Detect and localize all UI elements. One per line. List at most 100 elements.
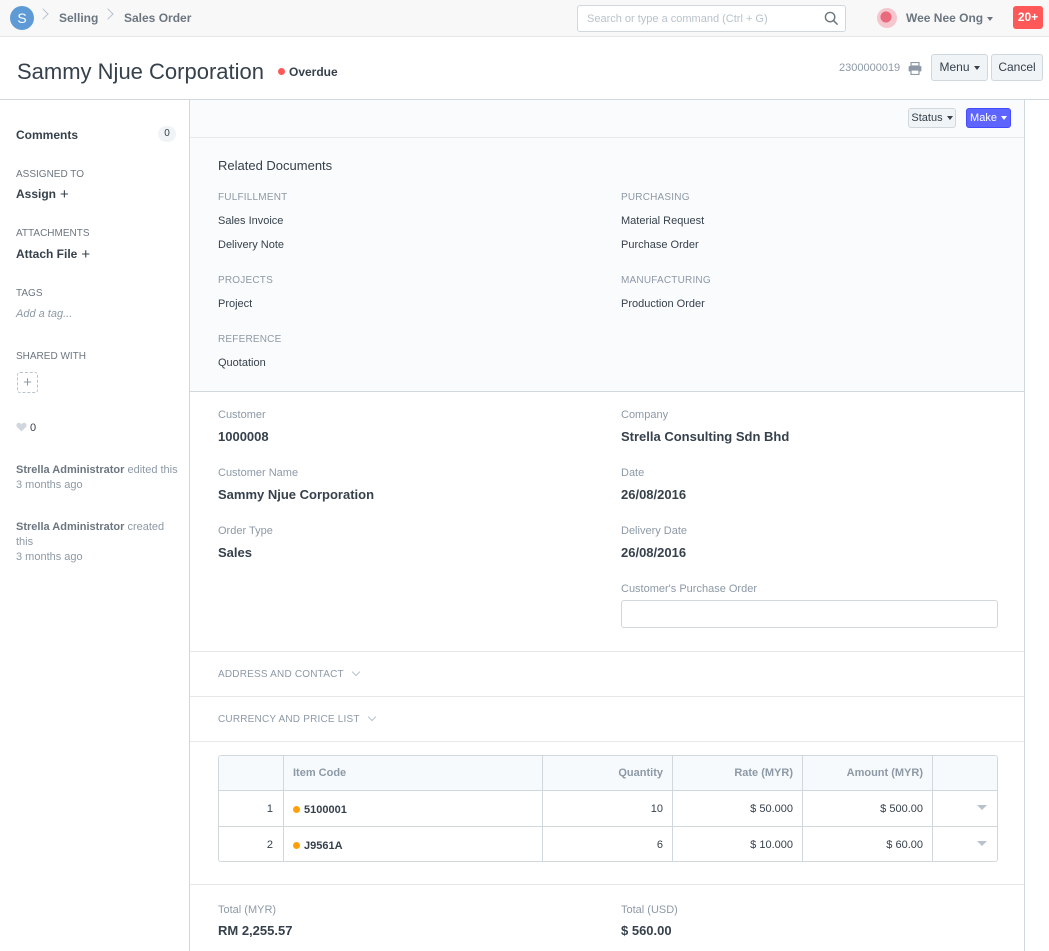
menu-button[interactable]: Menu xyxy=(931,54,988,81)
table-row[interactable]: 2 J9561A 6 $ 10.000 $ 60.00 xyxy=(219,827,997,861)
row-expand-caret-icon[interactable] xyxy=(977,805,987,810)
timeline-time: 3 months ago xyxy=(16,479,83,491)
search-icon[interactable] xyxy=(824,11,839,26)
breadcrumb-chevron-icon xyxy=(102,8,114,20)
search-box xyxy=(577,5,846,32)
material-request-link[interactable]: Material Request xyxy=(621,215,704,227)
print-icon[interactable] xyxy=(908,62,922,75)
rate-cell[interactable]: $ 50.000 xyxy=(673,791,803,826)
company-value[interactable]: Strella Consulting Sdn Bhd xyxy=(621,429,789,444)
status-indicator: Overdue xyxy=(278,65,338,79)
quantity-value: 6 xyxy=(656,839,663,851)
chevron-down-icon xyxy=(367,712,376,722)
breadcrumb-selling[interactable]: Selling xyxy=(59,11,98,25)
page-head: Sammy Njue Corporation Overdue 230000001… xyxy=(0,37,1049,100)
comments-count-badge: 0 xyxy=(158,126,176,142)
status-text: Overdue xyxy=(289,65,338,79)
customer-po-label: Customer's Purchase Order xyxy=(621,583,757,595)
rate-cell[interactable]: $ 10.000 xyxy=(673,827,803,861)
actions-column-header xyxy=(933,756,997,790)
item-code-cell[interactable]: 5100001 xyxy=(284,791,543,826)
row-index-cell: 1 xyxy=(219,791,284,826)
timeline-time: 3 months ago xyxy=(16,551,83,563)
currency-price-list-heading-text: Currency and Price List xyxy=(218,714,360,725)
purchasing-heading: Purchasing xyxy=(621,192,690,203)
breadcrumb-chevron-icon xyxy=(37,8,49,20)
date-label: Date xyxy=(621,467,645,479)
like-button[interactable]: 0 xyxy=(16,422,36,434)
customer-label: Customer xyxy=(218,409,266,421)
caret-down-icon xyxy=(973,65,980,70)
quotation-link[interactable]: Quotation xyxy=(218,357,266,369)
add-tag-input[interactable]: Add a tag... xyxy=(16,308,72,320)
total-usd-label: Total (USD) xyxy=(621,904,678,916)
customer-po-input[interactable] xyxy=(621,600,998,628)
delivery-date-value: 26/08/2016 xyxy=(621,545,687,560)
comments-link[interactable]: Comments xyxy=(16,128,78,142)
address-contact-section[interactable]: Address and Contact xyxy=(190,651,1024,696)
item-code-cell[interactable]: J9561A xyxy=(284,827,543,861)
plus-icon: + xyxy=(60,186,69,203)
make-button-label: Make xyxy=(970,112,997,124)
production-order-link[interactable]: Production Order xyxy=(621,298,705,310)
index-column-header xyxy=(219,756,284,790)
item-code-column-header: Item Code xyxy=(284,756,543,790)
table-row[interactable]: 1 5100001 10 $ 50.000 $ 500.00 xyxy=(219,791,997,827)
assign-button[interactable]: Assign + xyxy=(16,186,69,203)
customer-value[interactable]: 1000008 xyxy=(218,429,269,444)
shared-with-label: Shared With xyxy=(16,351,86,362)
menu-button-label: Menu xyxy=(939,60,970,74)
row-index: 2 xyxy=(266,839,273,851)
company-label: Company xyxy=(621,409,669,421)
status-dot-icon xyxy=(293,806,300,813)
form-main: Status Make Related Documents Fulfillmen… xyxy=(189,100,1025,951)
quantity-cell[interactable]: 6 xyxy=(543,827,673,861)
date-value: 26/08/2016 xyxy=(621,487,687,502)
row-expand-caret-icon[interactable] xyxy=(977,841,987,846)
purchase-order-link[interactable]: Purchase Order xyxy=(621,239,699,251)
make-dropdown-button[interactable]: Make xyxy=(966,108,1011,128)
user-avatar[interactable] xyxy=(877,8,897,28)
plus-icon: + xyxy=(81,246,91,263)
delivery-note-link[interactable]: Delivery Note xyxy=(218,239,284,251)
user-menu[interactable]: Wee Nee Ong xyxy=(906,11,994,25)
order-type-label: Order Type xyxy=(218,525,273,537)
status-dropdown-button[interactable]: Status xyxy=(908,108,956,128)
item-code-text: 5100001 xyxy=(304,804,347,816)
quantity-value: 10 xyxy=(650,803,663,815)
projects-heading: Projects xyxy=(218,275,273,286)
attach-file-button[interactable]: Attach File + xyxy=(16,246,90,263)
user-name: Wee Nee Ong xyxy=(906,11,984,25)
customer-name-value: Sammy Njue Corporation xyxy=(218,487,375,502)
app-logo[interactable]: S xyxy=(10,6,34,30)
item-code-value: J9561A xyxy=(293,840,343,852)
add-share-button[interactable]: + xyxy=(17,372,38,393)
item-code-value: 5100001 xyxy=(293,804,347,816)
timeline-user[interactable]: Strella Administrator xyxy=(16,521,124,533)
cancel-button[interactable]: Cancel xyxy=(991,54,1043,81)
delivery-date-label: Delivery Date xyxy=(621,525,688,537)
quantity-cell[interactable]: 10 xyxy=(543,791,673,826)
form-toolbar: Status Make xyxy=(190,100,1024,138)
currency-price-list-section[interactable]: Currency and Price List xyxy=(190,696,1024,741)
page-title: Sammy Njue Corporation xyxy=(17,59,264,84)
timeline-user[interactable]: Strella Administrator xyxy=(16,464,124,476)
form-sidebar: Comments 0 Assigned To Assign + Attachmen… xyxy=(0,100,189,951)
sales-invoice-link[interactable]: Sales Invoice xyxy=(218,215,283,227)
amount-value: $ 500.00 xyxy=(880,803,923,815)
notifications-badge[interactable]: 20+ xyxy=(1013,6,1043,29)
address-contact-heading: Address and Contact xyxy=(218,667,361,680)
order-type-value: Sales xyxy=(218,545,252,560)
total-usd-value: $ 560.00 xyxy=(621,923,672,938)
rate-value: $ 10.000 xyxy=(750,839,793,851)
quantity-column-header: Quantity xyxy=(543,756,673,790)
breadcrumb-sales-order[interactable]: Sales Order xyxy=(124,11,191,25)
total-myr-label: Total (MYR) xyxy=(218,904,277,916)
project-link[interactable]: Project xyxy=(218,298,252,310)
row-index: 1 xyxy=(266,803,273,815)
amount-column-header: Amount (MYR) xyxy=(803,756,933,790)
heart-icon xyxy=(16,422,27,432)
timeline-action: edited this xyxy=(127,464,178,476)
search-input[interactable] xyxy=(578,6,818,31)
customer-name-label: Customer Name xyxy=(218,467,299,479)
